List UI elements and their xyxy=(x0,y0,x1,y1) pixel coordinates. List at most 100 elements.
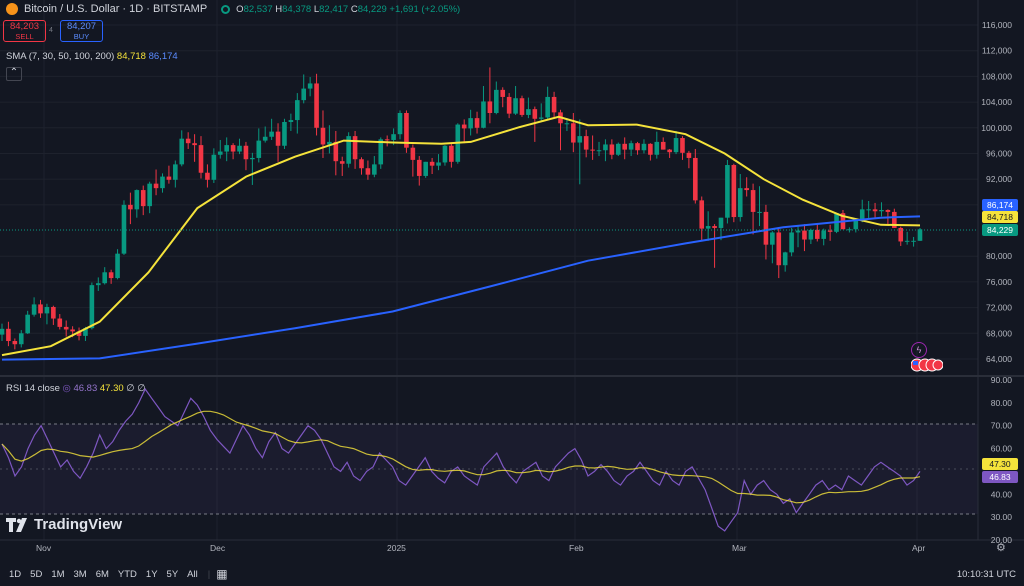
candle-body xyxy=(596,150,602,152)
market-status-icon[interactable] xyxy=(221,4,231,14)
price-tick-label: 96,000 xyxy=(986,148,1012,158)
candle-body xyxy=(500,89,506,97)
candle-body xyxy=(18,333,24,345)
rsi-value-1: 46.83 xyxy=(73,383,98,394)
candle-body xyxy=(237,145,242,152)
candle-body xyxy=(660,141,666,150)
candle-body xyxy=(744,188,749,191)
tradingview-logo[interactable]: TradingView xyxy=(6,516,122,533)
candle-body xyxy=(667,149,672,153)
candle-body xyxy=(872,209,878,212)
rsi-eye-icon[interactable]: ◎ xyxy=(63,383,71,394)
candle-body xyxy=(583,136,589,150)
price-axis[interactable]: 116,000 112,000 108,000 104,000 100,000 96,00… xyxy=(981,20,1012,364)
price-chart-canvas[interactable]: 116,000 112,000 108,000 104,000 100,000 96,00… xyxy=(0,0,1024,586)
rsi-legend[interactable]: RSI 14 close ◎ 46.83 47.30 ∅ ∅ xyxy=(6,383,146,394)
candle-body xyxy=(0,328,5,335)
candle-body xyxy=(917,229,923,241)
candle-body xyxy=(449,145,454,162)
sell-button[interactable]: 84,203 SELL xyxy=(3,20,46,42)
rsi-tick-label: 60.00 xyxy=(991,444,1013,454)
candle-body xyxy=(590,149,595,151)
candle-body xyxy=(57,318,63,327)
flag-icon[interactable] xyxy=(911,358,943,372)
timeframe-1y[interactable]: 1Y xyxy=(146,569,158,580)
candle-body xyxy=(699,200,705,229)
candle-body xyxy=(192,143,197,146)
candle-body xyxy=(288,120,294,122)
candle-body xyxy=(185,138,191,144)
timeframe-3m[interactable]: 3M xyxy=(74,569,87,580)
candle-body xyxy=(250,157,255,160)
candle-body xyxy=(673,138,679,153)
time-tick: Nov xyxy=(36,543,52,553)
candle-body xyxy=(615,143,621,155)
timeframe-1m[interactable]: 1M xyxy=(51,569,64,580)
calendar-icon[interactable]: ▦ xyxy=(216,567,227,581)
candle-body xyxy=(95,283,101,286)
candle-body xyxy=(686,152,692,158)
candle-body xyxy=(603,144,608,151)
candle-body xyxy=(397,112,403,135)
candle-body xyxy=(217,151,223,155)
timeframe-ytd[interactable]: YTD xyxy=(118,569,137,580)
candle-body xyxy=(577,136,583,143)
buy-button[interactable]: 84,207 BUY xyxy=(60,20,103,42)
candle-body xyxy=(295,100,300,121)
tradingview-brand-text: TradingView xyxy=(34,516,123,533)
candle-body xyxy=(802,230,807,240)
symbol-legend: Bitcoin / U.S. Dollar · 1D · BITSTAMP O8… xyxy=(6,3,460,15)
candle-body xyxy=(564,123,570,125)
rsi-name: RSI 14 close xyxy=(6,383,60,394)
candle-body xyxy=(262,136,268,141)
price-tick-label: 76,000 xyxy=(986,277,1012,287)
timeframe-5d[interactable]: 5D xyxy=(30,569,42,580)
time-axis[interactable]: Nov Dec 2025 Feb Mar Apr ⚙ xyxy=(0,540,1024,556)
candle-body xyxy=(474,118,480,128)
candle-body xyxy=(372,164,377,175)
timeframe-5y[interactable]: 5Y xyxy=(167,569,179,580)
candle-body xyxy=(776,232,782,266)
candle-body xyxy=(102,272,108,284)
candle-body xyxy=(757,211,762,213)
candle-body xyxy=(718,217,724,228)
candle-body xyxy=(31,304,37,315)
candle-body xyxy=(128,204,133,210)
candle-body xyxy=(911,240,916,242)
time-tick: Feb xyxy=(569,543,584,553)
bitcoin-logo-icon xyxy=(6,3,18,15)
clock[interactable]: 10:10:31 UTC xyxy=(957,569,1016,580)
gear-icon[interactable]: ⚙ xyxy=(996,541,1006,554)
symbol-title[interactable]: Bitcoin / U.S. Dollar · 1D · BITSTAMP xyxy=(24,3,207,15)
candle-body xyxy=(211,154,217,180)
timeframe-6m[interactable]: 6M xyxy=(96,569,109,580)
candle-body xyxy=(866,209,871,211)
candle-body xyxy=(526,109,531,115)
candle-body xyxy=(314,83,319,128)
lightning-icon[interactable]: ϟ xyxy=(911,342,927,358)
candle-body xyxy=(654,141,660,155)
candle-body xyxy=(12,341,18,345)
candle-body xyxy=(763,211,769,245)
candle-body xyxy=(545,96,550,118)
candle-body xyxy=(230,145,236,152)
collapse-indicators-button[interactable]: ⌃ xyxy=(6,67,22,81)
candle-body xyxy=(436,162,441,166)
price-tick-label: 100,000 xyxy=(981,123,1012,133)
candle-body xyxy=(532,109,538,119)
candle-body xyxy=(153,183,159,189)
candle-body xyxy=(551,96,557,113)
candle-body xyxy=(44,306,50,314)
sma-legend[interactable]: SMA (7, 30, 50, 100, 200) 84,718 86,174 xyxy=(6,51,178,62)
price-tick-label: 68,000 xyxy=(986,328,1012,338)
rsi-tick-label: 80.00 xyxy=(991,398,1013,408)
candle-body xyxy=(359,159,364,169)
candle-body xyxy=(513,98,518,114)
timeframe-1d[interactable]: 1D xyxy=(9,569,21,580)
price-tick-label: 104,000 xyxy=(981,97,1012,107)
candle-body xyxy=(352,136,358,160)
candle-body xyxy=(301,88,307,101)
timeframe-all[interactable]: All xyxy=(187,569,198,580)
candle-body xyxy=(173,164,178,180)
candle-body xyxy=(648,143,653,155)
